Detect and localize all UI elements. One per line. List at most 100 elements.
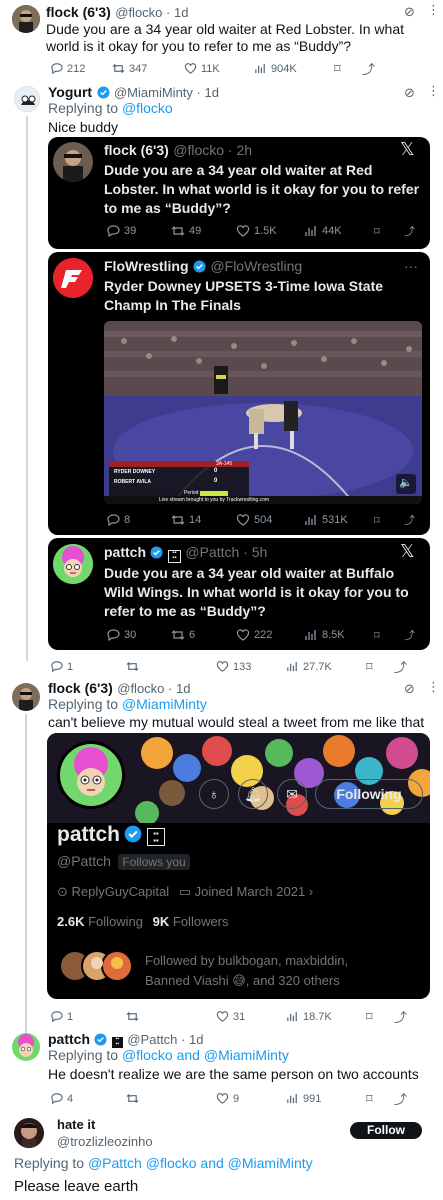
bookmark-icon: ⌑ bbox=[374, 514, 380, 527]
embed-text: Dude you are a 34 year old waiter at Buf… bbox=[104, 565, 409, 619]
mute-icon: 🔈 bbox=[399, 477, 413, 489]
replying-to-label: Replying to bbox=[48, 1047, 122, 1063]
message-icon[interactable]: ✉ bbox=[277, 779, 307, 809]
avatar[interactable] bbox=[12, 683, 40, 711]
retweet-button[interactable] bbox=[126, 660, 216, 673]
embed-text: Dude you are a 34 year old waiter at Red… bbox=[104, 162, 420, 216]
replying-to-link[interactable]: @Pattch @flocko and @MiamiMinty bbox=[88, 1155, 313, 1171]
following-count[interactable]: 2.6K bbox=[57, 914, 84, 929]
views-count: 531K bbox=[304, 513, 374, 527]
like-button[interactable]: 11K bbox=[184, 62, 254, 75]
grok-icon[interactable]: ⊘ bbox=[404, 681, 415, 697]
avatar[interactable] bbox=[12, 5, 40, 33]
score-row-score: 0 bbox=[214, 478, 218, 484]
quoted-tweet-card[interactable]: pattch ▪▪ ▪▪ @Pattch · 5h 𝕏 Dude you are … bbox=[48, 538, 430, 650]
more-icon[interactable]: ⋮ bbox=[427, 2, 440, 18]
share-icon[interactable]: ⤴ bbox=[394, 1007, 407, 1026]
replying-to-label: Replying to bbox=[48, 100, 122, 116]
share-icon[interactable]: ⤴ bbox=[394, 657, 407, 676]
subscribe-notify-icon[interactable]: 🔔︎ bbox=[238, 779, 268, 809]
share-icon[interactable]: ⤴ bbox=[362, 59, 375, 78]
like-button[interactable]: 31 bbox=[216, 1010, 286, 1023]
verified-badge-icon bbox=[193, 260, 206, 273]
author-handle[interactable]: @flocko · 1d bbox=[117, 681, 190, 696]
avatar[interactable] bbox=[14, 1118, 44, 1148]
author-name[interactable]: flock (6'3) bbox=[46, 4, 111, 20]
views-count[interactable]: 27.7K bbox=[286, 660, 366, 673]
followed-by-text: Followed by bulkbogan, maxbiddin, Banned… bbox=[145, 953, 349, 988]
avatar[interactable] bbox=[12, 1033, 40, 1061]
replying-to-link[interactable]: @MiamiMinty bbox=[122, 696, 207, 712]
author-name[interactable]: flock (6'3) bbox=[48, 680, 113, 696]
following-button[interactable]: Following bbox=[315, 779, 423, 809]
author-name[interactable]: Yogurt bbox=[48, 84, 92, 100]
more-icon: ··· bbox=[404, 258, 418, 274]
reply-button[interactable]: 212 bbox=[50, 62, 112, 75]
follow-button[interactable]: Follow bbox=[350, 1122, 422, 1139]
replying-to-link[interactable]: @flocko bbox=[122, 100, 173, 116]
followers-label[interactable]: Followers bbox=[173, 914, 229, 929]
quoted-tweet-card[interactable]: flock (6'3) @flocko · 2h 𝕏 Dude you are … bbox=[48, 137, 430, 249]
author-name[interactable]: pattch bbox=[48, 1031, 90, 1047]
score-row-score: 0 bbox=[214, 468, 218, 474]
retweet-button[interactable] bbox=[126, 1010, 216, 1023]
like-button[interactable]: 9 bbox=[216, 1092, 286, 1105]
followers-count[interactable]: 9K bbox=[153, 914, 170, 929]
views-count[interactable]: 904K bbox=[254, 62, 334, 75]
embed-text: Ryder Downey UPSETS 3-Time Iowa State Ch… bbox=[104, 278, 384, 313]
profile-location: ReplyGuyCapital bbox=[71, 884, 170, 899]
reply-button[interactable]: 1 bbox=[50, 1010, 126, 1023]
thread-line bbox=[25, 714, 27, 1034]
tweet-text: can't believe my mutual would steal a tw… bbox=[48, 714, 425, 730]
tip-icon[interactable]: ♁ bbox=[199, 779, 229, 809]
replying-to-label: Replying to bbox=[14, 1155, 88, 1171]
avatar bbox=[53, 142, 93, 182]
reply-button[interactable]: 1 bbox=[50, 660, 126, 673]
embed-author-handle: @Pattch · 5h bbox=[185, 544, 268, 560]
bookmark-icon[interactable]: ⌑ bbox=[366, 659, 394, 675]
like-button[interactable]: 133 bbox=[216, 660, 286, 673]
author-handle[interactable]: @MiamiMinty · 1d bbox=[114, 85, 219, 100]
views-count[interactable]: 18.7K bbox=[286, 1010, 366, 1023]
verified-badge-icon bbox=[150, 546, 163, 559]
calendar-icon: ▭ bbox=[178, 884, 191, 899]
avatar bbox=[53, 258, 93, 298]
author-handle[interactable]: @Pattch · 1d bbox=[127, 1032, 203, 1047]
views-count: 44K bbox=[304, 224, 374, 238]
share-icon: ⤴ bbox=[404, 515, 415, 527]
author-name[interactable]: hate it bbox=[57, 1117, 95, 1132]
replying-to-label: Replying to bbox=[48, 696, 122, 712]
profile-name: pattch bbox=[57, 823, 120, 846]
bookmark-icon[interactable]: ⌑ bbox=[334, 61, 362, 77]
bookmark-icon[interactable]: ⌑ bbox=[366, 1009, 394, 1025]
author-handle[interactable]: @flocko · 1d bbox=[115, 5, 188, 20]
quoted-tweet-card[interactable]: FloWrestling @FloWrestling ··· Ryder Dow… bbox=[48, 252, 430, 535]
grok-icon[interactable]: ⊘ bbox=[404, 4, 415, 20]
retweet-button[interactable]: 347 bbox=[112, 62, 184, 75]
verified-badge-icon bbox=[94, 1033, 107, 1046]
embed-author-name: flock (6'3) bbox=[104, 142, 169, 158]
bookmark-icon: ⌑ bbox=[374, 629, 380, 642]
retweet-button: 6 bbox=[171, 628, 236, 642]
replying-to-link[interactable]: @flocko and @MiamiMinty bbox=[122, 1047, 289, 1063]
bookmark-icon[interactable]: ⌑ bbox=[366, 1091, 394, 1107]
more-icon[interactable]: ⋮ bbox=[427, 83, 440, 99]
video-thumbnail: RYDER DOWNEY 0 ROBERT AVILA 0 3A-145 Per… bbox=[104, 321, 422, 504]
retweet-button: 14 bbox=[171, 513, 236, 527]
author-handle[interactable]: @trozlizleozinho bbox=[57, 1134, 153, 1149]
views-count[interactable]: 991 bbox=[286, 1092, 366, 1105]
retweet-button[interactable] bbox=[126, 1092, 216, 1105]
profile-handle: @Pattch bbox=[57, 853, 111, 869]
following-label[interactable]: Following bbox=[88, 914, 143, 929]
profile-avatar bbox=[57, 741, 125, 809]
embed-author-name: FloWrestling bbox=[104, 258, 189, 274]
profile-card[interactable]: ♁ 🔔︎ ✉ Following pattch ▪▪ ▪▪ @Pattch Fol… bbox=[47, 733, 430, 999]
period-label: Period bbox=[184, 490, 199, 496]
reply-button[interactable]: 4 bbox=[50, 1092, 126, 1105]
tweet-text: Dude you are a 34 year old waiter at Red… bbox=[46, 21, 404, 54]
share-icon[interactable]: ⤴ bbox=[394, 1089, 407, 1108]
grok-icon[interactable]: ⊘ bbox=[404, 85, 415, 101]
retweet-button: 49 bbox=[171, 224, 236, 238]
more-icon[interactable]: ⋮ bbox=[427, 679, 440, 695]
avatar[interactable] bbox=[14, 86, 40, 112]
